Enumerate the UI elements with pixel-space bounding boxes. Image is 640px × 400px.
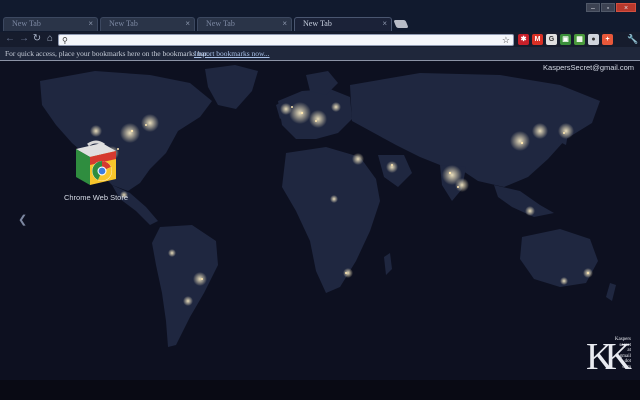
new-tab-button[interactable] bbox=[393, 20, 409, 28]
image-extension-icon[interactable]: ▦ bbox=[574, 34, 585, 45]
tab-close-icon[interactable]: × bbox=[185, 18, 190, 30]
toolbar: ← → ↻ ⌂ ⚲ ☆ ✱ M G ▣ ▦ ● + 🔧 bbox=[0, 32, 640, 47]
tab-3[interactable]: New Tab × bbox=[197, 17, 292, 31]
browser-window: New Tab × New Tab × New Tab × New Tab × … bbox=[0, 0, 640, 400]
app-tile-chrome-web-store[interactable]: Chrome Web Store bbox=[62, 139, 130, 205]
omnibox[interactable]: ⚲ ☆ bbox=[58, 34, 514, 46]
translate-extension-icon[interactable]: ● bbox=[588, 34, 599, 45]
gmail-checker-icon[interactable]: ✱ bbox=[518, 34, 529, 45]
tab-strip: New Tab × New Tab × New Tab × New Tab × … bbox=[0, 0, 640, 32]
tab-close-icon[interactable]: × bbox=[282, 18, 287, 30]
extension-icons: ✱ M G ▣ ▦ ● + bbox=[518, 34, 613, 45]
address-input[interactable] bbox=[71, 35, 491, 45]
minimize-button[interactable]: – bbox=[586, 3, 600, 12]
bookmark-star-icon[interactable]: ☆ bbox=[502, 35, 510, 45]
world-map-background bbox=[0, 61, 640, 380]
previous-page-arrow-icon[interactable]: ❮ bbox=[18, 213, 27, 226]
kk-watermark-logo: KK Kaspers secret at gmail dot com bbox=[586, 337, 636, 379]
page-bottom-strip bbox=[0, 380, 640, 400]
tab-2[interactable]: New Tab × bbox=[100, 17, 195, 31]
tab-1[interactable]: New Tab × bbox=[3, 17, 98, 31]
back-button[interactable]: ← bbox=[4, 33, 16, 45]
watermark-text: Kaspers secret at gmail dot com bbox=[614, 337, 631, 370]
wrench-menu-icon[interactable]: 🔧 bbox=[627, 33, 638, 45]
bookmark-bar-prompt: For quick access, place your bookmarks h… bbox=[5, 49, 209, 58]
signed-in-account[interactable]: KaspersSecret@gmail.com bbox=[543, 63, 634, 72]
close-window-button[interactable]: × bbox=[616, 3, 636, 12]
home-button[interactable]: ⌂ bbox=[44, 33, 56, 45]
tab-title: New Tab bbox=[206, 19, 235, 28]
tab-title: New Tab bbox=[12, 19, 41, 28]
addon-extension-icon[interactable]: + bbox=[602, 34, 613, 45]
screenshot-extension-icon[interactable]: ▣ bbox=[560, 34, 571, 45]
google-plus-notifier-icon[interactable]: G bbox=[546, 34, 557, 45]
gmail-notifier-icon[interactable]: M bbox=[532, 34, 543, 45]
maximize-button[interactable]: ▫ bbox=[601, 3, 615, 12]
window-controls: – ▫ × bbox=[586, 3, 636, 12]
bookmark-bar: For quick access, place your bookmarks h… bbox=[0, 47, 640, 61]
tab-close-icon[interactable]: × bbox=[88, 18, 93, 30]
tab-4-active[interactable]: New Tab × bbox=[294, 17, 392, 31]
tab-title: New Tab bbox=[303, 19, 332, 28]
forward-button[interactable]: → bbox=[18, 33, 30, 45]
search-icon: ⚲ bbox=[62, 36, 68, 45]
new-tab-page: KaspersSecret@gmail.com Chrome Web Store… bbox=[0, 61, 640, 380]
tab-title: New Tab bbox=[109, 19, 138, 28]
app-label: Chrome Web Store bbox=[63, 193, 129, 202]
import-bookmarks-link[interactable]: Import bookmarks now... bbox=[194, 49, 270, 58]
reload-button[interactable]: ↻ bbox=[31, 33, 43, 45]
tab-close-icon[interactable]: × bbox=[382, 18, 387, 30]
chrome-web-store-icon bbox=[76, 140, 116, 185]
